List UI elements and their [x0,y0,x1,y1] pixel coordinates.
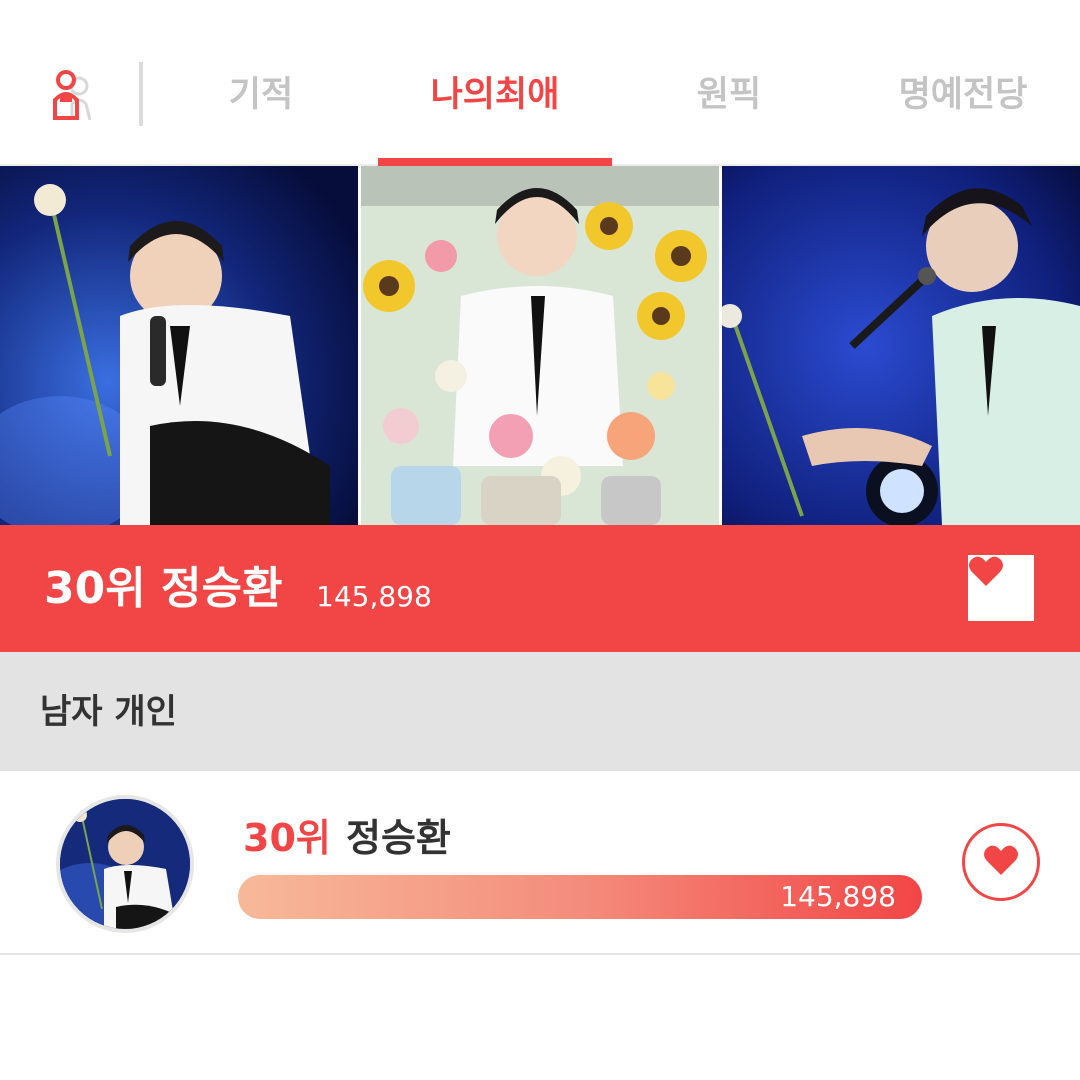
entry-vote-button[interactable] [962,823,1040,901]
tab-miracle[interactable]: 기적 [144,70,378,120]
banner-vote-count: 145,898 [316,580,432,613]
entry-rank: 30위 [243,816,331,860]
concert-photo [0,166,358,525]
vote-progress-bar: 145,898 [238,875,922,919]
flower-photo [361,166,719,525]
heart-icon [983,844,1019,880]
entry-vote-count: 145,898 [780,880,896,913]
heart-icon [968,556,1004,591]
rank-banner: 30위 정승환 145,898 [0,525,1080,652]
top-tab-bar: 기적 나의최애 원픽 명예전당 [0,0,1080,166]
category-label: 남자 개인 [40,692,177,732]
list-item[interactable]: 30위 정승환 145,898 [0,771,1080,955]
tab-divider [139,62,143,126]
hero-photo-strip[interactable] [0,166,1080,525]
entry-name: 정승환 [346,816,451,860]
concert-photo-2 [722,166,1080,525]
banner-vote-button[interactable] [968,555,1034,621]
person-pin-icon[interactable] [46,66,96,122]
category-header: 남자 개인 [0,652,1080,771]
active-tab-indicator [378,158,612,166]
banner-rank-name: 30위 정승환 [44,563,283,614]
tab-hall-of-fame[interactable]: 명예전당 [846,70,1080,120]
tab-my-favorite[interactable]: 나의최애 [378,70,612,120]
tab-one-pick[interactable]: 원픽 [612,70,846,120]
app-root: 기적 나의최애 원픽 명예전당 30위 정승환 145,898 남자 개인 30… [0,0,1080,1080]
avatar[interactable] [56,795,194,933]
